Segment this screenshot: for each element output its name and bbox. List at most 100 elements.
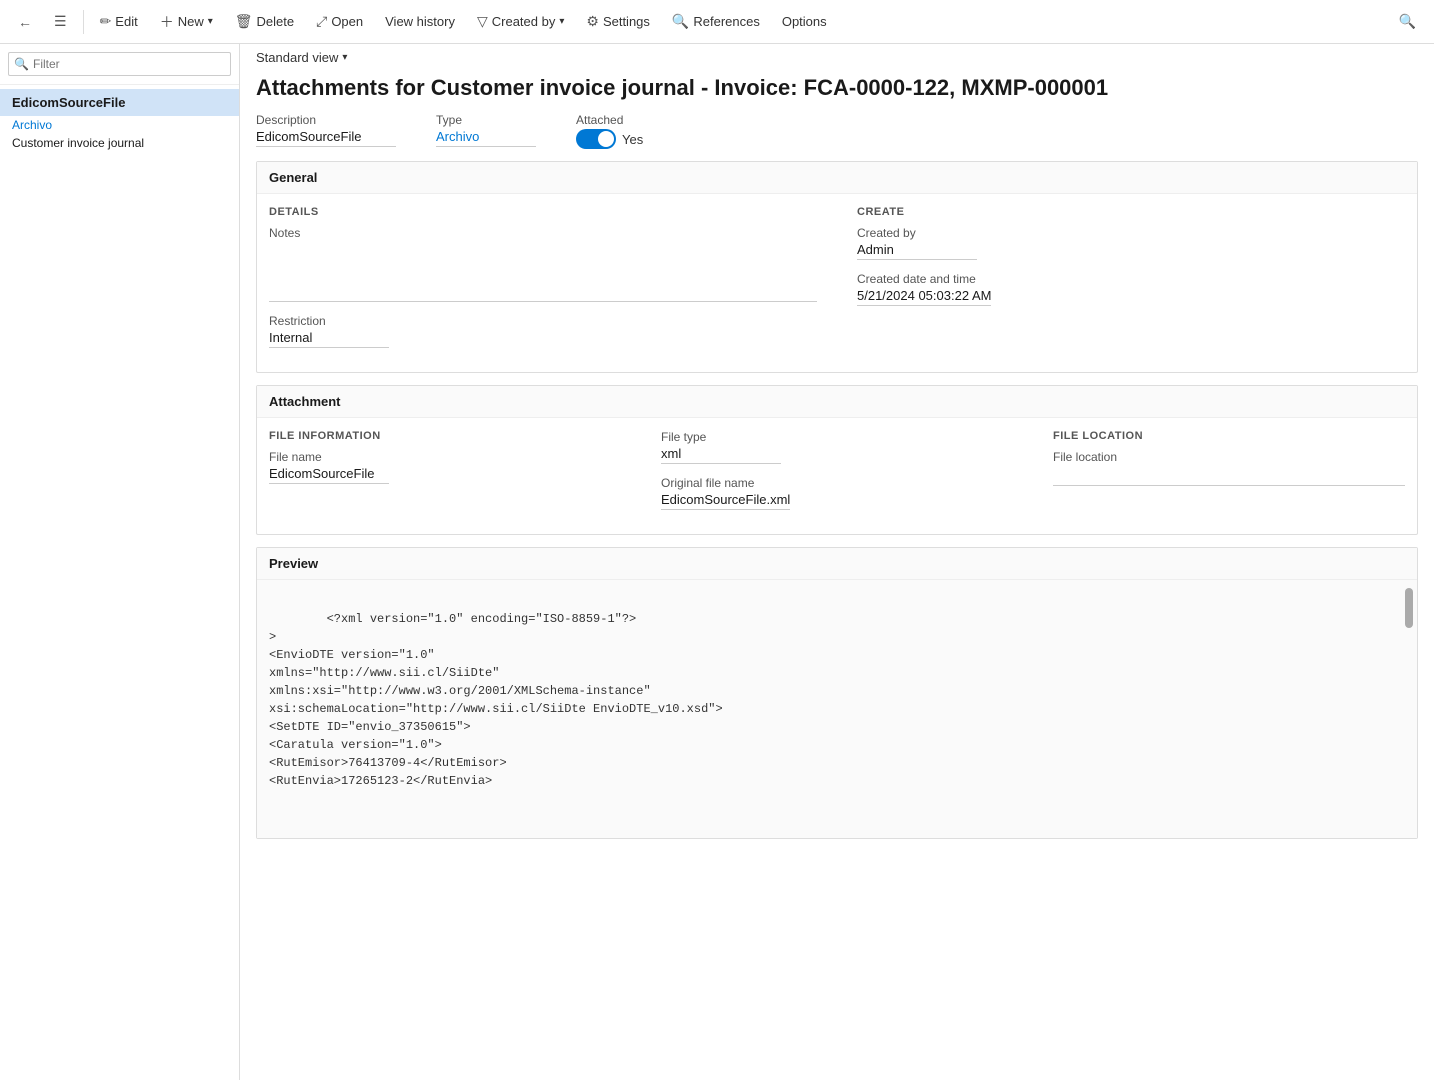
create-label: CREATE <box>857 206 1405 218</box>
options-label: Options <box>782 14 827 29</box>
open-icon: ⤢ <box>316 13 327 30</box>
page-title: Attachments for Customer invoice journal… <box>240 71 1434 113</box>
sidebar-item-group: EdicomSourceFile Archivo Customer invoic… <box>0 85 239 156</box>
file-type-col: File type xml Original file name EdicomS… <box>661 430 1013 522</box>
description-label: Description <box>256 113 396 127</box>
sidebar-search-icon: 🔍 <box>14 57 29 71</box>
view-history-button[interactable]: View history <box>375 8 465 35</box>
general-cols: DETAILS Notes Restriction Internal CREAT… <box>269 206 1405 360</box>
settings-icon: ⚙ <box>586 13 599 30</box>
type-field: Type Archivo <box>436 113 536 147</box>
file-type-value: xml <box>661 446 781 464</box>
file-type-label: File type <box>661 430 1013 444</box>
original-file-name-value: EdicomSourceFile.xml <box>661 492 790 510</box>
references-icon: 🔍 <box>672 13 689 30</box>
restriction-field: Restriction Internal <box>269 314 817 348</box>
search-button[interactable]: 🔍 <box>1389 7 1426 36</box>
description-value: EdicomSourceFile <box>256 129 396 147</box>
file-location-label: FILE LOCATION <box>1053 430 1405 442</box>
view-history-label: View history <box>385 14 455 29</box>
preview-section-header: Preview <box>257 548 1417 580</box>
file-name-field: File name EdicomSourceFile <box>269 450 621 484</box>
delete-label: Delete <box>257 14 295 29</box>
references-button[interactable]: 🔍 References <box>662 7 770 36</box>
main-layout: 🔍 EdicomSourceFile Archivo Customer invo… <box>0 44 1434 1080</box>
file-name-label: File name <box>269 450 621 464</box>
notes-value[interactable] <box>269 242 817 302</box>
created-by-chevron: ▾ <box>559 16 564 27</box>
file-location-col: FILE LOCATION File location <box>1053 430 1405 522</box>
created-by-field: Created by Admin <box>857 226 1405 260</box>
created-date-field: Created date and time 5/21/2024 05:03:22… <box>857 272 1405 306</box>
new-label: New <box>178 14 204 29</box>
general-section: General DETAILS Notes Restriction Intern… <box>256 161 1418 373</box>
type-value[interactable]: Archivo <box>436 129 536 147</box>
view-selector-label: Standard view <box>256 50 338 65</box>
created-by-field-label: Created by <box>857 226 1405 240</box>
file-location-value <box>1053 466 1405 486</box>
new-icon: ＋ <box>160 12 174 32</box>
created-date-label: Created date and time <box>857 272 1405 286</box>
options-button[interactable]: Options <box>772 8 837 35</box>
created-by-button[interactable]: ▽ Created by ▾ <box>467 7 574 36</box>
sidebar-subitem-archivo[interactable]: Archivo <box>0 116 239 134</box>
file-info-col: FILE INFORMATION File name EdicomSourceF… <box>269 430 621 522</box>
back-icon: ← <box>18 14 32 30</box>
created-by-label: Created by <box>492 14 556 29</box>
new-button[interactable]: ＋ New ▾ <box>150 6 223 38</box>
divider-1 <box>83 10 84 34</box>
preview-body[interactable]: <?xml version="1.0" encoding="ISO-8859-1… <box>257 580 1417 838</box>
attached-toggle-wrap: Yes <box>576 129 643 149</box>
created-by-value: Admin <box>857 242 977 260</box>
delete-icon: 🗑 <box>235 13 253 30</box>
file-info-label: FILE INFORMATION <box>269 430 621 442</box>
view-selector-chevron: ▾ <box>342 52 347 63</box>
edit-icon: ✏ <box>100 13 112 30</box>
file-name-value: EdicomSourceFile <box>269 466 389 484</box>
edit-button[interactable]: ✏ Edit <box>90 7 148 36</box>
sidebar-item-edicom[interactable]: EdicomSourceFile <box>0 89 239 116</box>
settings-label: Settings <box>603 14 650 29</box>
attachment-section-body: FILE INFORMATION File name EdicomSourceF… <box>257 418 1417 534</box>
restriction-label: Restriction <box>269 314 817 328</box>
settings-button[interactable]: ⚙ Settings <box>576 7 660 36</box>
toolbar: ← ☰ ✏ Edit ＋ New ▾ 🗑 Delete ⤢ Open View … <box>0 0 1434 44</box>
preview-content: <?xml version="1.0" encoding="ISO-8859-1… <box>269 612 723 788</box>
general-section-header: General <box>257 162 1417 194</box>
hamburger-icon: ☰ <box>54 13 67 30</box>
file-type-field: File type xml <box>661 430 1013 464</box>
content-area: Standard view ▾ Attachments for Customer… <box>240 44 1434 1080</box>
type-label: Type <box>436 113 536 127</box>
view-selector[interactable]: Standard view ▾ <box>240 44 1434 71</box>
open-label: Open <box>331 14 363 29</box>
created-date-value: 5/21/2024 05:03:22 AM <box>857 288 991 306</box>
hamburger-button[interactable]: ☰ <box>44 7 77 36</box>
description-row: Description EdicomSourceFile Type Archiv… <box>240 113 1434 161</box>
file-location-field: File location <box>1053 450 1405 486</box>
general-section-body: DETAILS Notes Restriction Internal CREAT… <box>257 194 1417 372</box>
description-field: Description EdicomSourceFile <box>256 113 396 147</box>
sidebar-filter-input[interactable] <box>8 52 231 76</box>
general-details-col: DETAILS Notes Restriction Internal <box>269 206 817 360</box>
preview-section: Preview <?xml version="1.0" encoding="IS… <box>256 547 1418 839</box>
new-chevron: ▾ <box>208 16 213 27</box>
back-button[interactable]: ← <box>8 8 42 36</box>
attached-toggle[interactable] <box>576 129 616 149</box>
attachment-cols: FILE INFORMATION File name EdicomSourceF… <box>269 430 1405 522</box>
attached-field: Attached Yes <box>576 113 643 149</box>
delete-button[interactable]: 🗑 Delete <box>225 7 304 36</box>
open-button[interactable]: ⤢ Open <box>306 7 373 36</box>
preview-scrollbar[interactable] <box>1405 588 1413 628</box>
created-by-icon: ▽ <box>477 13 488 30</box>
notes-label: Notes <box>269 226 817 240</box>
original-file-name-field: Original file name EdicomSourceFile.xml <box>661 476 1013 510</box>
notes-field: Notes <box>269 226 817 302</box>
original-file-name-label: Original file name <box>661 476 1013 490</box>
details-label: DETAILS <box>269 206 817 218</box>
sidebar-subitem-journal: Customer invoice journal <box>0 134 239 152</box>
attachment-section: Attachment FILE INFORMATION File name Ed… <box>256 385 1418 535</box>
references-label: References <box>693 14 759 29</box>
search-toolbar-icon: 🔍 <box>1399 13 1416 30</box>
edit-label: Edit <box>115 14 137 29</box>
sidebar-filter-area: 🔍 <box>0 44 239 85</box>
